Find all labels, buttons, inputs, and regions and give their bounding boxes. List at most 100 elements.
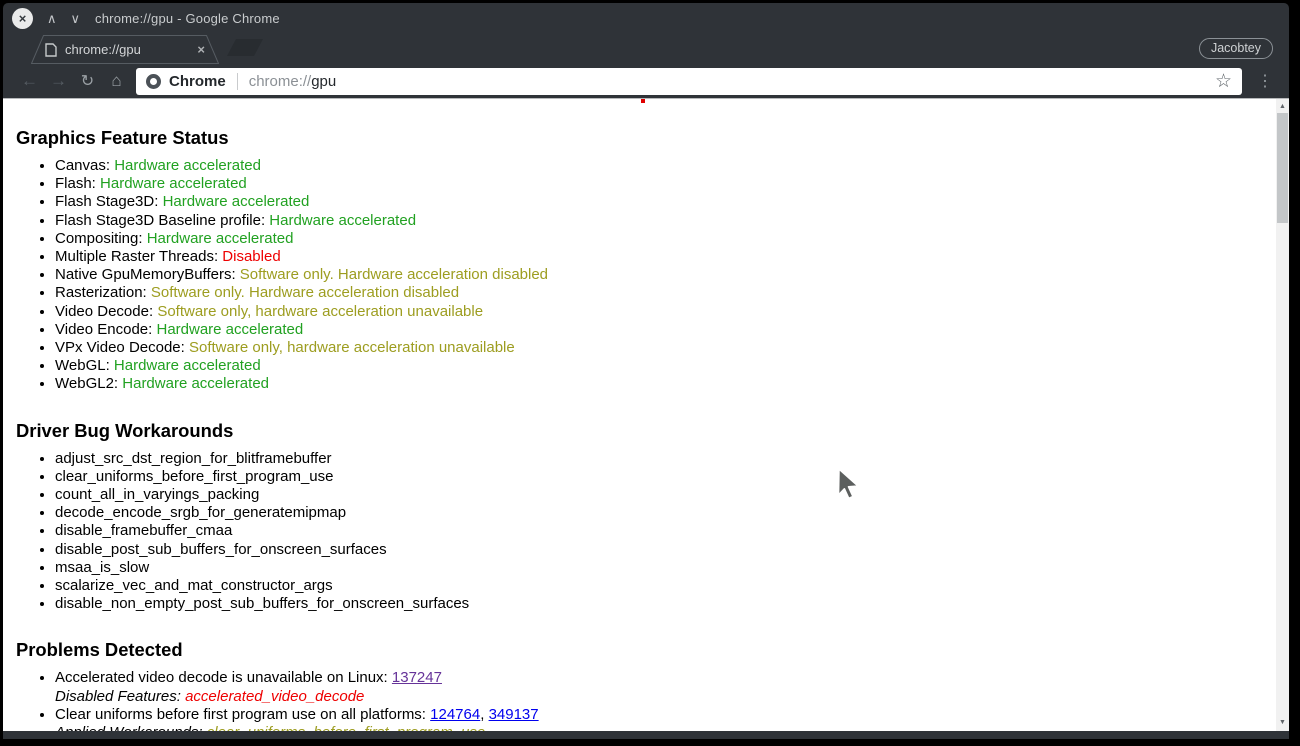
window-titlebar: × ∧ ∨ chrome://gpu - Google Chrome [3,3,1289,34]
url-host: gpu [311,73,336,90]
window-bottom-frame [3,731,1289,739]
problems-detected-list: Accelerated video decode is unavailable … [16,669,1259,731]
back-icon[interactable]: ← [15,71,44,91]
vertical-scrollbar[interactable]: ▲ ▼ [1276,99,1289,731]
feature-label: WebGL: [55,357,110,374]
feature-status-value: Software only, hardware acceleration una… [157,303,483,320]
window-minimize-chevron-down-icon[interactable]: ∨ [71,8,81,29]
section-title-problems-detected: Problems Detected [16,639,1259,661]
scroll-up-arrow-icon[interactable]: ▲ [1276,102,1289,112]
chrome-logo-icon [146,74,161,89]
problem-item: Accelerated video decode is unavailable … [55,669,1259,705]
problem-description: Clear uniforms before first program use … [55,706,1259,724]
workaround-item: disable_post_sub_buffers_for_onscreen_su… [55,541,1259,559]
feature-item: WebGL: Hardware accelerated [55,357,1259,375]
site-name-chip: Chrome [169,73,226,90]
omnibox[interactable]: Chrome chrome://gpu ☆ [136,68,1242,95]
feature-status-value: Hardware accelerated [163,193,310,210]
omnibox-separator [237,73,238,90]
feature-item: Native GpuMemoryBuffers: Software only. … [55,266,1259,284]
feature-label: Video Decode: [55,303,153,320]
tab-chrome-gpu[interactable]: chrome://gpu × [31,35,219,64]
feature-status-value: Disabled [222,248,280,265]
window-title: chrome://gpu - Google Chrome [95,11,280,26]
workaround-item: msaa_is_slow [55,559,1259,577]
workaround-item: disable_non_empty_post_sub_buffers_for_o… [55,595,1259,613]
feature-item: Compositing: Hardware accelerated [55,230,1259,248]
feature-label: Canvas: [55,157,110,174]
tab-title: chrome://gpu [65,42,195,57]
workaround-item: decode_encode_srgb_for_generatemipmap [55,504,1259,522]
section-title-graphics-feature-status: Graphics Feature Status [16,127,1259,149]
feature-label: Video Encode: [55,321,152,338]
feature-status-value: Software only, hardware acceleration una… [189,339,515,356]
feature-item: VPx Video Decode: Software only, hardwar… [55,339,1259,357]
window-close-button[interactable]: × [12,8,33,29]
feature-item: Flash Stage3D Baseline profile: Hardware… [55,212,1259,230]
feature-label: Rasterization: [55,284,147,301]
feature-status-value: Hardware accelerated [269,212,416,229]
problem-item: Clear uniforms before first program use … [55,706,1259,731]
feature-label: Flash: [55,175,96,192]
feature-label: VPx Video Decode: [55,339,185,356]
feature-label: Flash Stage3D Baseline profile: [55,212,265,229]
workaround-item: clear_uniforms_before_first_program_use [55,468,1259,486]
feature-label: Flash Stage3D: [55,193,158,210]
note-value: accelerated_video_decode [185,688,364,705]
feature-item: Multiple Raster Threads: Disabled [55,248,1259,266]
page-favicon-icon [45,43,57,57]
feature-item: WebGL2: Hardware accelerated [55,375,1259,393]
forward-icon[interactable]: → [44,71,73,91]
clipped-text-fragment [641,99,645,103]
problem-description: Accelerated video decode is unavailable … [55,669,1259,687]
url-text[interactable]: chrome://gpu [249,73,337,90]
bug-link[interactable]: 137247 [392,669,442,686]
feature-status-value: Hardware accelerated [100,175,247,192]
feature-status-value: Hardware accelerated [122,375,269,392]
url-scheme: chrome:// [249,73,312,90]
bug-link[interactable]: 124764 [430,706,480,723]
feature-label: Multiple Raster Threads: [55,248,218,265]
section-title-driver-bug-workarounds: Driver Bug Workarounds [16,420,1259,442]
reload-icon[interactable]: ↻ [73,71,102,91]
problem-note: Disabled Features: accelerated_video_dec… [55,688,1259,706]
browser-toolbar: ← → ↻ ⌂ Chrome chrome://gpu ☆ ⋮ [3,64,1289,99]
scrollbar-thumb[interactable] [1277,113,1288,223]
home-icon[interactable]: ⌂ [102,71,131,91]
note-value: clear_uniforms_before_first_program_use [207,724,485,731]
browser-window: × ∧ ∨ chrome://gpu - Google Chrome chrom… [3,3,1289,739]
workaround-item: adjust_src_dst_region_for_blitframebuffe… [55,450,1259,468]
feature-status-value: Hardware accelerated [114,357,261,374]
tab-close-icon[interactable]: × [195,42,207,57]
note-label: Applied Workarounds: [55,724,203,731]
bookmark-star-icon[interactable]: ☆ [1215,70,1232,93]
feature-item: Flash Stage3D: Hardware accelerated [55,193,1259,211]
feature-status-value: Hardware accelerated [114,157,261,174]
problem-text: Accelerated video decode is unavailable … [55,669,388,686]
problem-note: Applied Workarounds: clear_uniforms_befo… [55,724,1259,731]
problem-text: Clear uniforms before first program use … [55,706,426,723]
page-content: Graphics Feature Status Canvas: Hardware… [3,99,1289,731]
feature-status-value: Hardware accelerated [156,321,303,338]
feature-status-value: Hardware accelerated [147,230,294,247]
browser-menu-icon[interactable]: ⋮ [1257,71,1273,91]
profile-button[interactable]: Jacobtey [1199,38,1273,59]
window-shade-chevron-up-icon[interactable]: ∧ [47,8,57,29]
bug-link[interactable]: 349137 [489,706,539,723]
workaround-item: scalarize_vec_and_mat_constructor_args [55,577,1259,595]
feature-status-value: Software only. Hardware acceleration dis… [240,266,548,283]
feature-item: Video Encode: Hardware accelerated [55,321,1259,339]
feature-item: Canvas: Hardware accelerated [55,157,1259,175]
feature-label: Native GpuMemoryBuffers: [55,266,236,283]
scroll-down-arrow-icon[interactable]: ▼ [1276,718,1289,728]
feature-status-value: Software only. Hardware acceleration dis… [151,284,459,301]
new-tab-button[interactable] [227,39,263,56]
tab-strip: chrome://gpu × Jacobtey [3,34,1289,64]
feature-item: Rasterization: Software only. Hardware a… [55,284,1259,302]
workaround-item: count_all_in_varyings_packing [55,486,1259,504]
feature-label: Compositing: [55,230,143,247]
feature-item: Flash: Hardware accelerated [55,175,1259,193]
note-label: Disabled Features: [55,688,181,705]
graphics-feature-list: Canvas: Hardware acceleratedFlash: Hardw… [16,157,1259,394]
feature-label: WebGL2: [55,375,118,392]
